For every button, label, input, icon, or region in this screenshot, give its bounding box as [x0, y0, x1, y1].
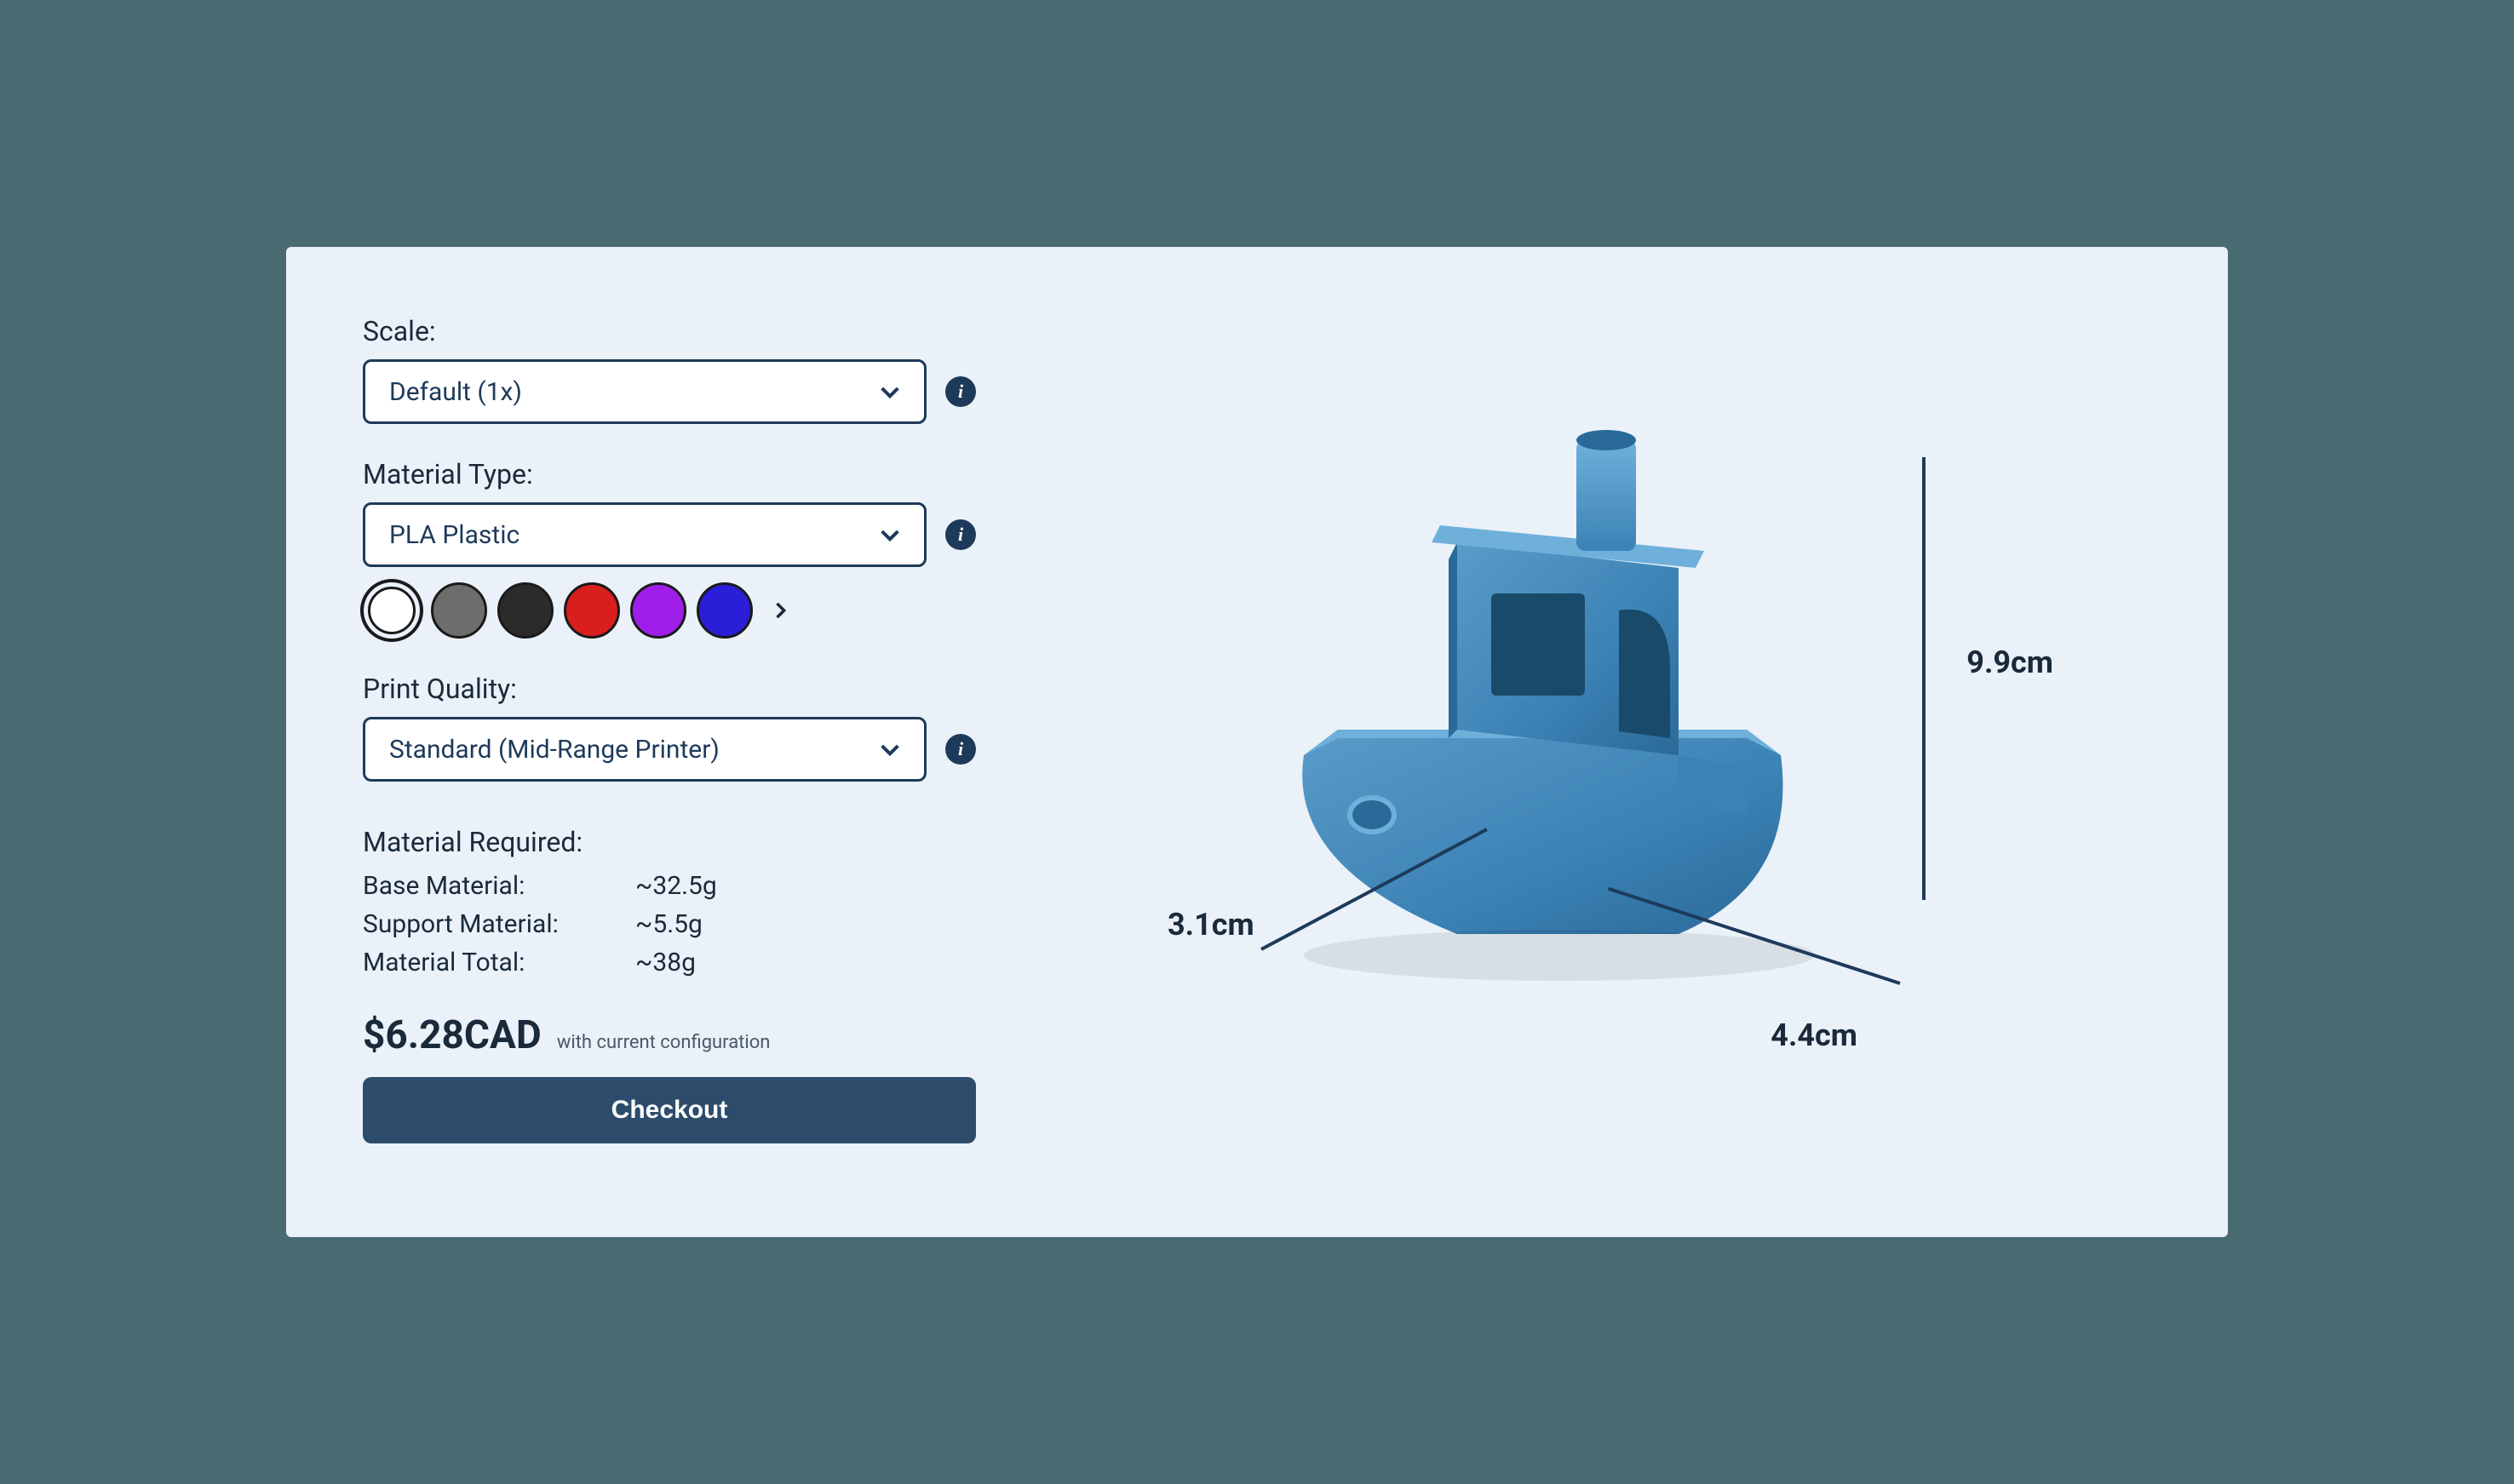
dim-line-height [1922, 457, 1926, 900]
model-preview [1202, 389, 1866, 1002]
dimension-width: 4.4cm [1771, 1017, 1857, 1053]
config-panel: Scale: Default (1x) i Material Type: PLA… [363, 315, 976, 1143]
chevron-down-icon [876, 736, 904, 763]
quality-label: Print Quality: [363, 673, 976, 705]
scale-select[interactable]: Default (1x) [363, 359, 927, 424]
preview-stage: 9.9cm 4.4cm 3.1cm [1134, 355, 2053, 1104]
quality-value: Standard (Mid-Range Printer) [389, 735, 720, 765]
color-swatch-grey[interactable] [431, 582, 487, 639]
scale-field: Scale: Default (1x) i [363, 315, 976, 424]
info-icon[interactable]: i [945, 734, 976, 765]
scale-label: Scale: [363, 315, 976, 347]
chevron-right-icon[interactable] [768, 592, 792, 629]
material-value: PLA Plastic [389, 520, 519, 550]
material-row-label: Support Material: [363, 905, 635, 943]
color-swatch-white[interactable] [368, 587, 416, 634]
material-row: PLA Plastic i [363, 502, 976, 567]
material-field: Material Type: PLA Plastic i [363, 458, 976, 639]
info-icon[interactable]: i [945, 519, 976, 550]
checkout-button[interactable]: Checkout [363, 1077, 976, 1143]
color-swatch-row [363, 582, 976, 639]
quality-field: Print Quality: Standard (Mid-Range Print… [363, 673, 976, 782]
material-select[interactable]: PLA Plastic [363, 502, 927, 567]
color-swatch-black[interactable] [497, 582, 554, 639]
chevron-down-icon [876, 378, 904, 405]
color-swatch-blue[interactable] [697, 582, 753, 639]
preview-panel: 9.9cm 4.4cm 3.1cm [1036, 315, 2151, 1143]
scale-row: Default (1x) i [363, 359, 976, 424]
material-row-base: Base Material: ~32.5g [363, 867, 976, 905]
color-swatch-red[interactable] [564, 582, 620, 639]
material-row-label: Material Total: [363, 943, 635, 982]
scale-value: Default (1x) [389, 377, 522, 407]
dimension-height: 9.9cm [1966, 645, 2053, 680]
material-row-support: Support Material: ~5.5g [363, 905, 976, 943]
material-row-value: ~32.5g [635, 867, 717, 905]
info-icon[interactable]: i [945, 376, 976, 407]
material-row-total: Material Total: ~38g [363, 943, 976, 982]
price-note: with current configuration [557, 1032, 771, 1053]
color-swatch-purple[interactable] [630, 582, 686, 639]
material-label: Material Type: [363, 458, 976, 490]
quality-select[interactable]: Standard (Mid-Range Printer) [363, 717, 927, 782]
material-row-label: Base Material: [363, 867, 635, 905]
material-required: Material Required: Base Material: ~32.5g… [363, 826, 976, 982]
quality-row: Standard (Mid-Range Printer) i [363, 717, 976, 782]
price-row: $6.28CAD with current configuration [363, 1012, 976, 1058]
configurator-card: Scale: Default (1x) i Material Type: PLA… [286, 247, 2228, 1237]
chevron-down-icon [876, 521, 904, 548]
dimension-depth: 3.1cm [1168, 907, 1254, 943]
material-required-title: Material Required: [363, 826, 976, 858]
material-row-value: ~38g [635, 943, 696, 982]
material-row-value: ~5.5g [635, 905, 703, 943]
price-value: $6.28CAD [363, 1012, 542, 1058]
